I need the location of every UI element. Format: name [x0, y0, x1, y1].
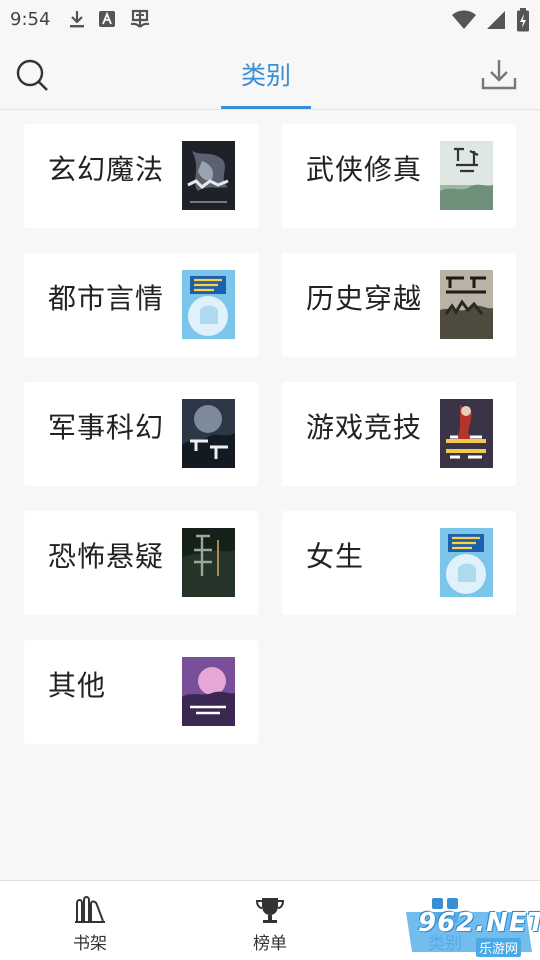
watermark-text: 962.NET — [418, 908, 540, 938]
status-right — [452, 8, 530, 36]
category-card-wuxia[interactable]: 武侠修真 — [282, 124, 516, 228]
screen: 9:54 类别 玄幻魔法 武侠修真 都市言情 历史穿越 军事科幻 游戏竞技 恐怖… — [0, 0, 540, 960]
book-cover-image — [440, 141, 493, 210]
header: 类别 — [0, 38, 540, 110]
nav-bookshelf[interactable]: 书架 — [50, 895, 130, 954]
category-card-urban-romance[interactable]: 都市言情 — [24, 253, 258, 357]
category-label: 女生 — [306, 540, 365, 573]
signal-icon — [486, 10, 506, 34]
book-cover-image — [182, 141, 235, 210]
category-label: 游戏竞技 — [306, 411, 423, 444]
download-button[interactable] — [480, 56, 518, 94]
download-notification-icon — [68, 9, 86, 29]
category-label: 其他 — [48, 669, 107, 702]
category-card-gaming[interactable]: 游戏竞技 — [282, 382, 516, 486]
app-notification-icon — [98, 10, 116, 28]
nav-ranking-label: 榜单 — [253, 934, 287, 954]
category-label: 武侠修真 — [306, 153, 423, 186]
tab-underline — [221, 106, 311, 109]
category-card-female[interactable]: 女生 — [282, 511, 516, 615]
wifi-icon — [452, 10, 476, 34]
book-cover-image — [182, 399, 235, 468]
status-time: 9:54 — [10, 8, 51, 30]
book-cover-image — [182, 270, 235, 339]
nav-bookshelf-label: 书架 — [73, 934, 107, 954]
category-label: 历史穿越 — [306, 282, 423, 315]
nav-ranking[interactable]: 榜单 — [230, 895, 310, 954]
trophy-icon — [255, 898, 285, 923]
category-card-fantasy[interactable]: 玄幻魔法 — [24, 124, 258, 228]
category-label: 军事科幻 — [48, 411, 165, 444]
category-card-military-scifi[interactable]: 军事科幻 — [24, 382, 258, 486]
search-icon — [16, 59, 48, 91]
category-label: 都市言情 — [48, 282, 165, 315]
book-cover-image — [440, 528, 493, 597]
book-cover-image — [182, 528, 235, 597]
category-card-history[interactable]: 历史穿越 — [282, 253, 516, 357]
category-card-other[interactable]: 其他 — [24, 640, 258, 744]
bookshelf-icon — [75, 896, 105, 923]
category-label: 玄幻魔法 — [48, 153, 165, 186]
download-icon — [481, 60, 517, 90]
battery-icon — [516, 8, 530, 36]
category-label: 恐怖悬疑 — [48, 540, 165, 573]
status-bar: 9:54 — [0, 0, 540, 38]
category-card-horror[interactable]: 恐怖悬疑 — [24, 511, 258, 615]
book-cover-image — [440, 399, 493, 468]
search-button[interactable] — [14, 58, 52, 94]
watermark-logo: 962.NET 乐游网 — [402, 900, 540, 958]
bug-notification-icon — [128, 7, 152, 31]
watermark-subtext: 乐游网 — [476, 938, 522, 957]
tab-category[interactable]: 类别 — [220, 56, 312, 92]
book-cover-image — [182, 657, 235, 726]
book-cover-image — [440, 270, 493, 339]
